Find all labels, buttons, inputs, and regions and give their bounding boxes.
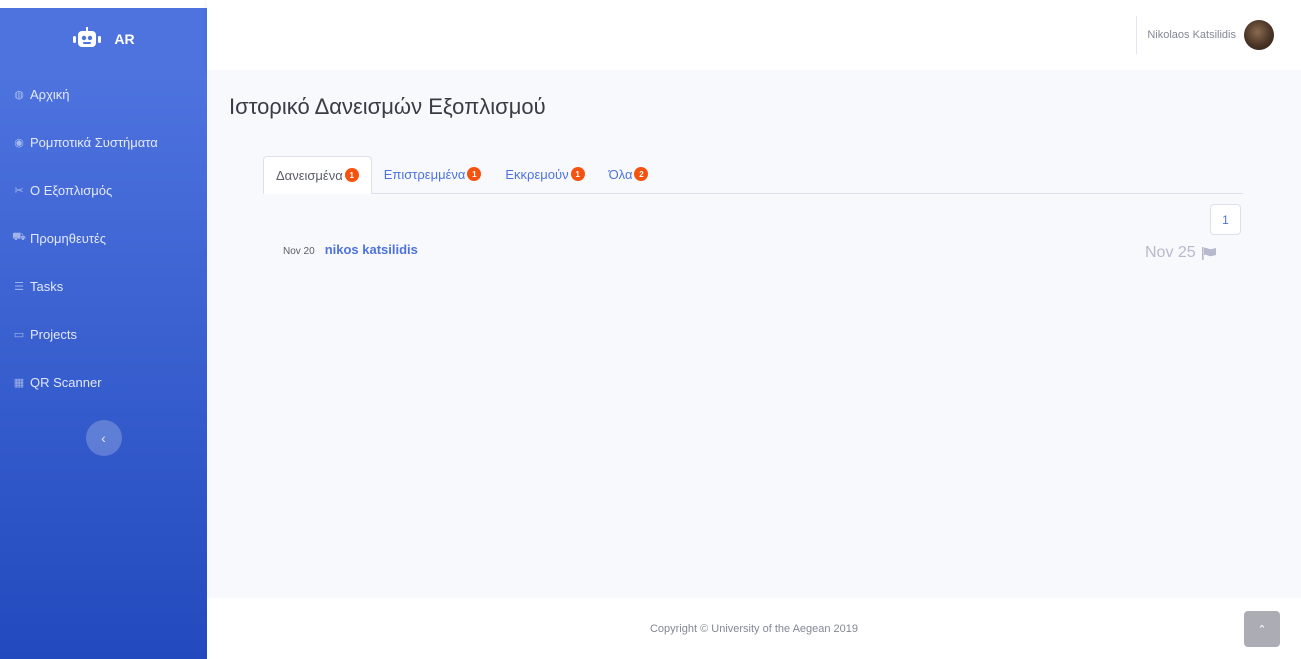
- chevron-up-icon: ⌃: [1257, 623, 1267, 636]
- user-name[interactable]: Nikolaos Katsilidis: [1147, 29, 1236, 41]
- sidebar-toggle-button[interactable]: ‹: [85, 420, 122, 456]
- sidebar: AR ◍ Αρχική ◉ Ρομποτικά Συστήματα ✂ Ο Εξ…: [0, 8, 207, 659]
- flag-icon: [1201, 246, 1216, 260]
- count-badge: 2: [634, 167, 649, 181]
- sidebar-item-equipment[interactable]: ✂ Ο Εξοπλισμός: [0, 166, 207, 214]
- sidebar-item-home[interactable]: ◍ Αρχική: [0, 70, 207, 118]
- dashboard-icon: ◍: [14, 88, 24, 101]
- sidebar-item-label: Tasks: [30, 278, 64, 294]
- count-badge: 1: [467, 167, 482, 181]
- brand-name: AR: [114, 31, 135, 47]
- sidebar-item-label: Ρομποτικά Συστήματα: [30, 134, 158, 150]
- list-icon: ☰: [14, 280, 24, 293]
- tab-label: Όλα: [608, 166, 633, 182]
- sidebar-toggle-wrap: ‹: [0, 420, 207, 456]
- copyright-text: Copyright © University of the Aegean 201…: [649, 622, 859, 635]
- sidebar-item-projects[interactable]: ▭ Projects: [0, 310, 207, 358]
- sidebar-item-robotic-systems[interactable]: ◉ Ρομποτικά Συστήματα: [0, 118, 207, 166]
- tab-all[interactable]: Όλα 2: [597, 155, 661, 193]
- avatar[interactable]: [1244, 20, 1274, 50]
- tab-label: Επιστρεμμένα: [383, 166, 466, 182]
- sidebar-item-label: Προμηθευτές: [30, 230, 107, 246]
- page-title: Ιστορικό Δανεισμών Εξοπλισμού: [229, 94, 546, 119]
- sidebar-item-tasks[interactable]: ☰ Tasks: [0, 262, 207, 310]
- topbar-divider: [1136, 16, 1138, 54]
- count-badge: 1: [344, 168, 359, 182]
- chevron-left-icon: ‹: [101, 430, 106, 446]
- scroll-to-top-button[interactable]: ⌃: [1244, 611, 1280, 647]
- tab-borrowed[interactable]: Δανεισμένα 1: [263, 156, 372, 194]
- sidebar-item-label: Projects: [30, 326, 77, 342]
- main-content: Ιστορικό Δανεισμών Εξοπλισμού Δανεισμένα…: [207, 70, 1301, 598]
- sidebar-item-label: Ο Εξοπλισμός: [30, 182, 113, 198]
- list-item: Nov 20 nikos katsilidis: [283, 242, 418, 257]
- robot-icon: ◉: [14, 136, 24, 149]
- tab-returned[interactable]: Επιστρεμμένα 1: [372, 155, 494, 193]
- folder-icon: ▭: [13, 328, 25, 341]
- due-date: Nov 25: [1145, 244, 1217, 262]
- tab-pending[interactable]: Εκκρεμούν 1: [493, 155, 596, 193]
- robot-icon: [73, 27, 102, 47]
- tools-icon: ✂: [14, 184, 24, 197]
- topbar: Nikolaos Katsilidis: [207, 0, 1301, 70]
- pagination-page-1[interactable]: 1: [1210, 204, 1241, 235]
- tab-label: Εκκρεμούν: [505, 166, 569, 182]
- tab-bar: Δανεισμένα 1 Επιστρεμμένα 1 Εκκρεμούν 1 …: [263, 156, 1243, 194]
- sidebar-item-suppliers[interactable]: ⛟ Προμηθευτές: [0, 214, 207, 262]
- due-date-text: Nov 25: [1145, 244, 1196, 261]
- footer: Copyright © University of the Aegean 201…: [207, 598, 1301, 659]
- sidebar-item-label: Αρχική: [30, 86, 70, 102]
- borrower-link[interactable]: nikos katsilidis: [325, 242, 418, 257]
- loan-date: Nov 20: [283, 246, 315, 257]
- qrcode-icon: ▦: [13, 376, 25, 389]
- count-badge: 1: [570, 167, 585, 181]
- sidebar-item-qr-scanner[interactable]: ▦ QR Scanner: [0, 358, 207, 406]
- cart-icon: ⛟: [12, 231, 26, 243]
- sidebar-brand[interactable]: AR: [0, 8, 207, 70]
- tab-label: Δανεισμένα: [276, 167, 343, 183]
- sidebar-item-label: QR Scanner: [30, 374, 102, 390]
